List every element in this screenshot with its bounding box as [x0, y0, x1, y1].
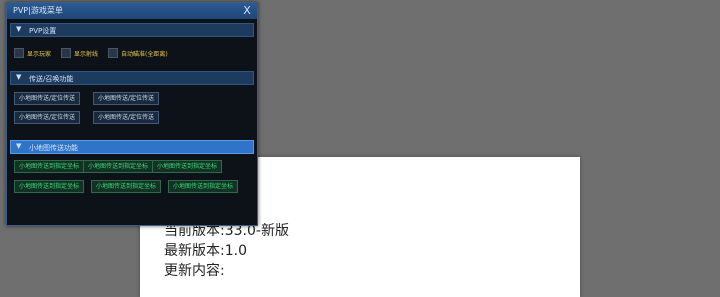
teleport-button[interactable]: 小地图传送/定位传送	[14, 92, 81, 105]
checkbox-auto-aim[interactable]	[108, 48, 118, 58]
minimap-teleport-button[interactable]: 小地图传送到指定坐标	[91, 180, 162, 193]
teleport-button[interactable]: 小地图传送/定位传送	[93, 92, 160, 105]
floating-menu: PVP|游戏菜单 X ▼ PVP设置 显示玩家 显示射线 自动瞄准(全距离) ▼…	[6, 2, 258, 226]
minimap-teleport-button[interactable]: 小地图传送到指定坐标	[168, 180, 239, 193]
section-teleport[interactable]: ▼ 传送/召唤功能	[10, 71, 254, 85]
update-content-label: 更新内容:	[164, 263, 225, 279]
checkbox-label: 显示射线	[74, 51, 99, 58]
menu-title: PVP|游戏菜单	[13, 6, 63, 15]
minimap-teleport-button[interactable]: 小地图传送到指定坐标	[14, 180, 85, 193]
minimap-teleport-button[interactable]: 小地图传送到指定坐标	[83, 160, 154, 173]
section-label: PVP设置	[29, 27, 57, 35]
menu-titlebar[interactable]: PVP|游戏菜单 X	[7, 3, 257, 19]
section-pvp-settings[interactable]: ▼ PVP设置	[10, 23, 254, 37]
section-label: 传送/召唤功能	[29, 75, 74, 83]
minimap-teleport-button[interactable]: 小地图传送到指定坐标	[14, 160, 85, 173]
chevron-down-icon: ▼	[16, 142, 22, 150]
section-label: 小地图传送功能	[29, 144, 78, 152]
chevron-down-icon: ▼	[16, 73, 22, 81]
latest-version-text: 最新版本:1.0	[164, 243, 247, 259]
teleport-button[interactable]: 小地图传送/定位传送	[14, 111, 81, 124]
section-minimap-teleport[interactable]: ▼ 小地图传送功能	[10, 140, 254, 154]
checkbox-row: 显示玩家 显示射线 自动瞄准(全距离)	[14, 46, 254, 60]
checkbox-label: 显示玩家	[27, 51, 52, 58]
checkbox-show-lines[interactable]	[61, 48, 71, 58]
minimap-teleport-button[interactable]: 小地图传送到指定坐标	[152, 160, 223, 173]
checkbox-show-players[interactable]	[14, 48, 24, 58]
close-button[interactable]: X	[241, 4, 253, 17]
chevron-down-icon: ▼	[16, 25, 22, 33]
teleport-button[interactable]: 小地图传送/定位传送	[93, 111, 160, 124]
checkbox-label: 自动瞄准(全距离)	[121, 51, 168, 58]
